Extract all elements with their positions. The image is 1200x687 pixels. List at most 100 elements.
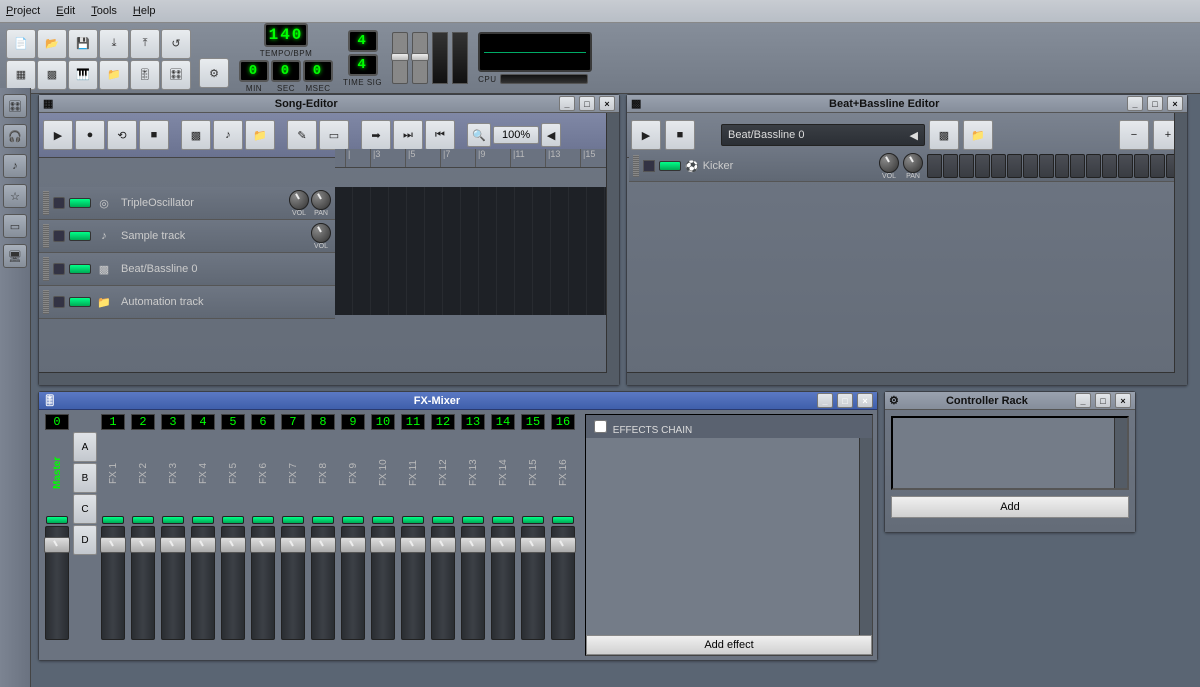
fx-channel[interactable]: 9FX 9 <box>339 414 367 656</box>
fader[interactable] <box>521 526 545 640</box>
mute-led[interactable] <box>462 516 484 524</box>
song-editor-toggle[interactable]: ▦ <box>6 60 36 90</box>
projects-tab-icon[interactable]: ▭ <box>3 214 27 238</box>
fx-channel[interactable]: 2FX 2 <box>129 414 157 656</box>
samples-tab-icon[interactable]: 🎧 <box>3 124 27 148</box>
maximize-button[interactable]: □ <box>1147 96 1163 111</box>
controller-rack-toggle[interactable]: 🎛 <box>161 60 191 90</box>
fx-channel[interactable]: 8FX 8 <box>309 414 337 656</box>
master-volume-slider[interactable] <box>392 32 408 84</box>
track-knob[interactable] <box>311 190 331 210</box>
piano-roll-toggle[interactable]: 🎹 <box>68 60 98 90</box>
presets-tab-icon[interactable]: ♪ <box>3 154 27 178</box>
add-bb-track-button[interactable]: ▩ <box>181 120 211 150</box>
skip-start-button[interactable]: ⏮ <box>425 120 455 150</box>
mute-led[interactable] <box>372 516 394 524</box>
bb-pattern-combo[interactable]: Beat/Bassline 0◀ <box>721 124 925 146</box>
fx-send-button[interactable]: A <box>73 432 97 462</box>
bb-knob[interactable] <box>903 153 923 173</box>
fader[interactable] <box>341 526 365 640</box>
close-button[interactable]: × <box>1115 393 1131 408</box>
bb-step[interactable] <box>1134 154 1149 178</box>
stop-button[interactable]: ■ <box>139 120 169 150</box>
menu-help[interactable]: Help <box>133 5 156 18</box>
zoom-icon[interactable]: 🔍 <box>467 123 491 147</box>
fader[interactable] <box>281 526 305 640</box>
fx-channel[interactable]: 14FX 14 <box>489 414 517 656</box>
mute-led[interactable] <box>282 516 304 524</box>
maximize-button[interactable]: □ <box>579 96 595 111</box>
bb-step[interactable] <box>1055 154 1070 178</box>
minimize-button[interactable]: _ <box>1127 96 1143 111</box>
mute-button[interactable] <box>643 160 655 172</box>
bb-knob[interactable] <box>879 153 899 173</box>
save-project-button[interactable]: 💾 <box>68 29 98 59</box>
track-header[interactable]: ◎TripleOscillatorVOLPAN <box>39 187 335 220</box>
tempo-lcd[interactable]: 140 <box>264 23 309 47</box>
mute-button[interactable] <box>53 296 65 308</box>
fader[interactable] <box>191 526 215 640</box>
mute-button[interactable] <box>53 197 65 209</box>
fx-channel-master[interactable]: 0 Master <box>43 414 71 656</box>
new-project-button[interactable]: 📄 <box>6 29 36 59</box>
fx-channel[interactable]: 5FX 5 <box>219 414 247 656</box>
track-header[interactable]: ♪Sample trackVOL <box>39 220 335 253</box>
fx-send-button[interactable]: C <box>73 494 97 524</box>
mute-led[interactable] <box>402 516 424 524</box>
song-grid[interactable] <box>335 187 619 315</box>
song-editor-titlebar[interactable]: ▦ Song-Editor _ □ × <box>39 95 619 113</box>
bb-step[interactable] <box>1086 154 1101 178</box>
time-sec[interactable]: 0 <box>271 60 301 82</box>
bb-remove-step-button[interactable]: − <box>1119 120 1149 150</box>
automation-toggle[interactable]: 📁 <box>99 60 129 90</box>
fader[interactable] <box>311 526 335 640</box>
bb-titlebar[interactable]: ▩ Beat+Bassline Editor _ □ × <box>627 95 1187 113</box>
bb-step[interactable] <box>959 154 974 178</box>
add-sample-track-button[interactable]: ♪ <box>213 120 243 150</box>
track-knob[interactable] <box>289 190 309 210</box>
bb-step[interactable] <box>1118 154 1133 178</box>
mute-led[interactable] <box>102 516 124 524</box>
undo-button[interactable]: ↺ <box>161 29 191 59</box>
vscrollbar[interactable] <box>1114 418 1127 488</box>
bb-step[interactable] <box>1039 154 1054 178</box>
bb-track-name[interactable]: Kicker <box>703 160 875 172</box>
add-automation-button[interactable]: 📁 <box>245 120 275 150</box>
track-name[interactable]: Automation track <box>117 296 327 308</box>
open-project-button[interactable]: 📂 <box>37 29 67 59</box>
mute-led[interactable] <box>132 516 154 524</box>
time-min[interactable]: 0 <box>239 60 269 82</box>
record-loop-button[interactable]: ⟲ <box>107 120 137 150</box>
fader[interactable] <box>461 526 485 640</box>
loop-forward-button[interactable]: ➡ <box>361 120 391 150</box>
track-name[interactable]: Sample track <box>117 230 307 242</box>
bb-step[interactable] <box>1023 154 1038 178</box>
chain-enable-checkbox[interactable] <box>594 420 607 433</box>
fader[interactable] <box>161 526 185 640</box>
bb-step[interactable] <box>1102 154 1117 178</box>
fader[interactable] <box>45 526 69 640</box>
fader[interactable] <box>431 526 455 640</box>
grip-icon[interactable] <box>633 155 639 177</box>
hscrollbar[interactable] <box>39 372 619 385</box>
fx-channel[interactable]: 3FX 3 <box>159 414 187 656</box>
bb-step[interactable] <box>1150 154 1165 178</box>
mute-led[interactable] <box>492 516 514 524</box>
settings-button[interactable]: ⚙ <box>199 58 229 88</box>
close-button[interactable]: × <box>599 96 615 111</box>
vscrollbar[interactable] <box>1174 113 1187 373</box>
instruments-tab-icon[interactable]: 🎛 <box>3 94 27 118</box>
mute-led[interactable] <box>46 516 68 524</box>
bb-step[interactable] <box>1070 154 1085 178</box>
vscrollbar[interactable] <box>859 438 872 635</box>
fx-mixer-toggle[interactable]: 🎚 <box>130 60 160 90</box>
fx-channel[interactable]: 4FX 4 <box>189 414 217 656</box>
master-pitch-slider[interactable] <box>412 32 428 84</box>
track-knob[interactable] <box>311 223 331 243</box>
mute-button[interactable] <box>53 263 65 275</box>
fader[interactable] <box>221 526 245 640</box>
track-header[interactable]: 📁Automation track <box>39 286 335 319</box>
fx-channel[interactable]: 1FX 1 <box>99 414 127 656</box>
fx-channel[interactable]: 12FX 12 <box>429 414 457 656</box>
skip-end-button[interactable]: ⏭ <box>393 120 423 150</box>
